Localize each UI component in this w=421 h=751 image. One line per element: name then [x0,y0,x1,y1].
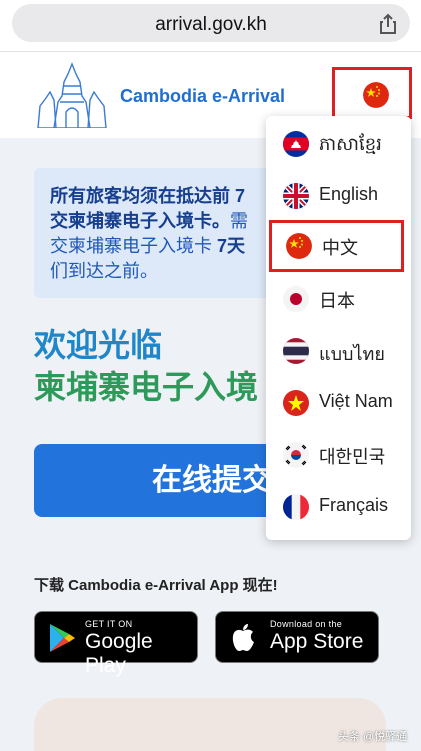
kr-flag-icon [283,442,309,468]
download-app-text: 下载 Cambodia e-Arrival App 现在! [34,577,278,594]
google-play-small-text: GET IT ON [85,619,133,629]
language-option-korean[interactable]: 대한민국 [266,429,411,481]
language-label: 中文 [322,238,358,258]
language-option-french[interactable]: Français [266,481,411,533]
promo-banner [34,698,386,751]
app-store-big-text: App Store [270,630,364,653]
app-store-button[interactable]: Download on the App Store [215,611,379,663]
language-option-english[interactable]: English [266,170,411,222]
google-play-icon [50,624,75,652]
cn-flag-icon [363,82,389,108]
address-field[interactable]: arrival.gov.kh [12,4,410,42]
site-brand-title[interactable]: Cambodia e-Arrival [120,86,285,107]
language-label: Français [319,495,389,515]
apple-icon [232,624,254,651]
language-label: แบบไทย [319,344,385,364]
uk-flag-icon [283,183,309,209]
angkor-logo [37,62,107,128]
language-label: English [319,184,379,204]
language-option-chinese[interactable]: 中文 [269,220,404,272]
language-label: 日本 [319,291,355,311]
vn-flag-icon [283,390,309,416]
language-dropdown: ភាសាខ្មែរ English 中文 日本 แบบไทย Việt Nam … [266,116,411,540]
language-option-thai[interactable]: แบบไทย [266,325,411,377]
share-icon[interactable] [376,12,400,36]
browser-url-bar: arrival.gov.kh [0,0,421,52]
watermark: 头条 @悦驿通 [338,731,408,743]
welcome-subheading: 柬埔寨电子入境 [34,369,259,405]
cn-flag-icon [286,233,312,259]
language-label: 대한민국 [319,447,386,467]
language-selector-button[interactable] [332,67,412,119]
language-option-khmer[interactable]: ភាសាខ្មែរ [266,118,411,170]
url-text: arrival.gov.kh [155,14,267,35]
fr-flag-icon [283,494,309,520]
language-label: ភាសាខ្មែរ [319,134,382,154]
app-store-small-text: Download on the [270,619,343,629]
th-flag-icon [283,338,309,364]
welcome-heading: 欢迎光临 [34,327,163,363]
google-play-button[interactable]: GET IT ON Google Play [34,611,198,677]
jp-flag-icon [283,286,309,312]
language-option-japanese[interactable]: 日本 [266,273,411,325]
language-option-vietnamese[interactable]: Việt Nam [266,377,411,429]
language-label: Việt Nam [319,391,393,411]
kh-flag-icon [283,131,309,157]
google-play-big-text: Google Play [85,630,153,677]
